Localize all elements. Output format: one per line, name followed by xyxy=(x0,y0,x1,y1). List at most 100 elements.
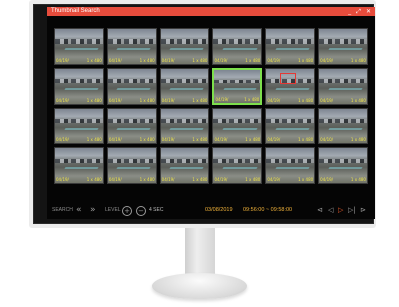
thumbnail-date: 04/19/ xyxy=(161,137,175,143)
thumbnail-label: 04/19/1 x 480 xyxy=(56,98,102,103)
thumbnail-range: 1 x 480 xyxy=(139,137,155,143)
control-bar: SEARCH « » LEVEL + − 4 SEC 03/08/2019 09… xyxy=(47,203,375,217)
thumbnail-range: 1 x 480 xyxy=(245,137,261,143)
thumbnail[interactable]: 04/19/1 x 480 xyxy=(159,107,210,145)
thumbnail[interactable]: 04/19/1 x 480 xyxy=(265,67,316,105)
thumbnail-label: 04/19/1 x 480 xyxy=(214,137,260,142)
thumbnail-label: 04/19/1 x 480 xyxy=(214,58,260,63)
thumbnail-range: 1 x 480 xyxy=(86,57,102,63)
step-forward-icon[interactable]: ▷| xyxy=(348,203,356,217)
date-text: 03/08/2019 xyxy=(205,207,233,213)
window-controls: _ ⤢ ✕ xyxy=(348,7,371,16)
thumbnail-label: 04/19/1 x 480 xyxy=(56,177,102,182)
thumbnail-date: 04/19/ xyxy=(215,96,229,102)
thumbnail-range: 1 x 480 xyxy=(86,137,102,143)
thumbnail-label: 04/19/1 x 480 xyxy=(267,137,313,142)
thumbnail-label: 04/19/1 x 480 xyxy=(56,137,102,142)
thumbnail-date: 04/19/ xyxy=(56,177,69,182)
detection-highlight-box xyxy=(280,72,297,84)
level-minus-icon[interactable]: − xyxy=(136,206,146,216)
thumbnail-date: 04/19/ xyxy=(214,57,228,63)
thumbnail-date: 04/19/ xyxy=(56,137,69,143)
maximize-icon[interactable]: ⤢ xyxy=(356,7,361,16)
thumbnail-date: 04/19/ xyxy=(320,57,334,63)
search-prev-icon[interactable]: « xyxy=(76,203,82,217)
thumbnail[interactable]: 04/19/1 x 480 xyxy=(159,67,210,105)
thumbnail-label: 04/19/1 x 480 xyxy=(109,98,155,103)
thumbnail-label: 04/10/1 x 480 xyxy=(320,137,366,142)
thumbnail-range: 1 x 480 xyxy=(192,177,208,182)
fast-rewind-icon[interactable]: ⊲ xyxy=(317,203,323,217)
thumbnail[interactable]: 04/19/1 x 480 xyxy=(212,107,263,145)
thumbnail-label: 04/19/1 x 480 xyxy=(162,177,208,182)
thumbnail[interactable]: 04/19/1 x 480 xyxy=(159,147,210,184)
thumbnail-label: 04/19/1 x 480 xyxy=(267,58,313,63)
thumbnail-label: 04/19/1 x 480 xyxy=(109,177,155,182)
thumbnail[interactable]: 04/19/1 x 480 xyxy=(106,67,157,105)
thumbnail-label: 04/19/1 x 480 xyxy=(320,98,366,103)
thumbnail[interactable]: 04/19/1 x 480 xyxy=(212,67,263,105)
thumbnail-date: 04/19/ xyxy=(267,137,281,143)
thumbnail-label: 04/19/1 x 480 xyxy=(109,58,155,63)
thumbnail-range: 1 x 480 xyxy=(245,57,261,63)
play-icon[interactable]: ▷ xyxy=(338,203,343,217)
thumbnail-grid: 04/19/1 x 480 04/19/1 x 480 04/19/1 x 480 0… xyxy=(54,28,368,184)
thumbnail-label: 04/19/1 x 480 xyxy=(267,98,313,103)
monitor-stand-base xyxy=(152,273,247,299)
thumbnail-date: 04/19/ xyxy=(267,97,281,103)
thumbnail[interactable]: 04/19/1 x 480 xyxy=(265,107,316,145)
thumbnail-range: 1 x 480 xyxy=(350,177,366,182)
thumbnail[interactable]: 04/19/1 x 480 xyxy=(318,147,368,184)
thumbnail-label: 04/19/1 x 480 xyxy=(320,177,366,182)
thumbnail-label: 04/19/1 x 480 xyxy=(162,58,208,63)
thumbnail-range: 1 x 480 xyxy=(298,137,314,143)
thumbnail-range: 1 x 480 xyxy=(350,57,366,63)
thumbnail[interactable]: 04/19/1 x 480 xyxy=(106,28,157,65)
rewind-icon[interactable]: ◁ xyxy=(328,203,333,217)
thumbnail-date: 04/19/ xyxy=(320,177,334,182)
thumbnail-date: 04/19/ xyxy=(108,97,122,103)
level-label: LEVEL xyxy=(105,207,121,213)
level-plus-icon[interactable]: + xyxy=(122,206,132,216)
thumbnail[interactable]: 04/19/1 x 480 xyxy=(318,67,368,105)
thumbnail-range: 1 x 480 xyxy=(244,96,260,102)
thumbnail[interactable]: 04/19/1 x 480 xyxy=(106,147,157,184)
thumbnail-label: 04/19/1 x 480 xyxy=(267,177,313,182)
thumbnail-range: 1 x 480 xyxy=(86,177,102,182)
interval-label: 4 SEC xyxy=(149,207,164,213)
thumbnail-range: 1 x 480 xyxy=(139,97,155,103)
thumbnail-range: 1 x 480 xyxy=(350,97,366,103)
thumbnail-range: 1 x 480 xyxy=(139,177,155,182)
thumbnail[interactable]: 04/19/1 x 480 xyxy=(212,147,263,184)
thumbnail-range: 1 x 480 xyxy=(245,177,261,182)
thumbnail[interactable]: 04/19/1 x 480 xyxy=(54,67,104,105)
thumbnail-range: 1 x 480 xyxy=(86,97,102,103)
thumbnail-date: 04/19/ xyxy=(108,57,122,63)
thumbnail-range: 1 x 480 xyxy=(192,57,208,63)
thumbnail[interactable]: 04/10/1 x 480 xyxy=(318,107,368,145)
minimize-icon[interactable]: _ xyxy=(348,7,351,16)
thumbnail-range: 1 x 480 xyxy=(298,57,314,63)
thumbnail[interactable]: 04/19/1 x 480 xyxy=(106,107,157,145)
thumbnail-label: 04/19/1 x 480 xyxy=(56,58,102,63)
thumbnail-date: 04/10/ xyxy=(320,137,334,143)
thumbnail-range: 1 x 480 xyxy=(298,97,314,103)
search-next-icon[interactable]: » xyxy=(90,203,96,217)
thumbnail[interactable]: 04/19/1 x 480 xyxy=(54,147,104,184)
thumbnail[interactable]: 04/19/1 x 480 xyxy=(54,107,104,145)
thumbnail-date: 04/19/ xyxy=(214,137,228,143)
thumbnail[interactable]: 04/19/1 x 480 xyxy=(265,147,316,184)
thumbnail[interactable]: 04/19/1 x 480 xyxy=(159,28,210,65)
monitor-stand-neck xyxy=(185,228,215,278)
thumbnail-range: 1 x 480 xyxy=(192,137,208,143)
thumbnail-search-window: Thumbnail Search _ ⤢ ✕ 04/19/1 x 480 04/1… xyxy=(47,7,375,219)
thumbnail-label: 04/19/1 x 480 xyxy=(109,137,155,142)
thumbnail-date: 04/19/ xyxy=(108,177,122,182)
thumbnail[interactable]: 04/19/1 x 480 xyxy=(265,28,316,65)
thumbnail[interactable]: 04/19/1 x 480 xyxy=(212,28,263,65)
thumbnail[interactable]: 04/19/1 x 480 xyxy=(318,28,368,65)
fast-forward-icon[interactable]: ⊳ xyxy=(360,203,366,217)
thumbnail[interactable]: 04/19/1 x 480 xyxy=(54,28,104,65)
close-icon[interactable]: ✕ xyxy=(366,7,371,16)
thumbnail-date: 04/19/ xyxy=(267,177,281,182)
